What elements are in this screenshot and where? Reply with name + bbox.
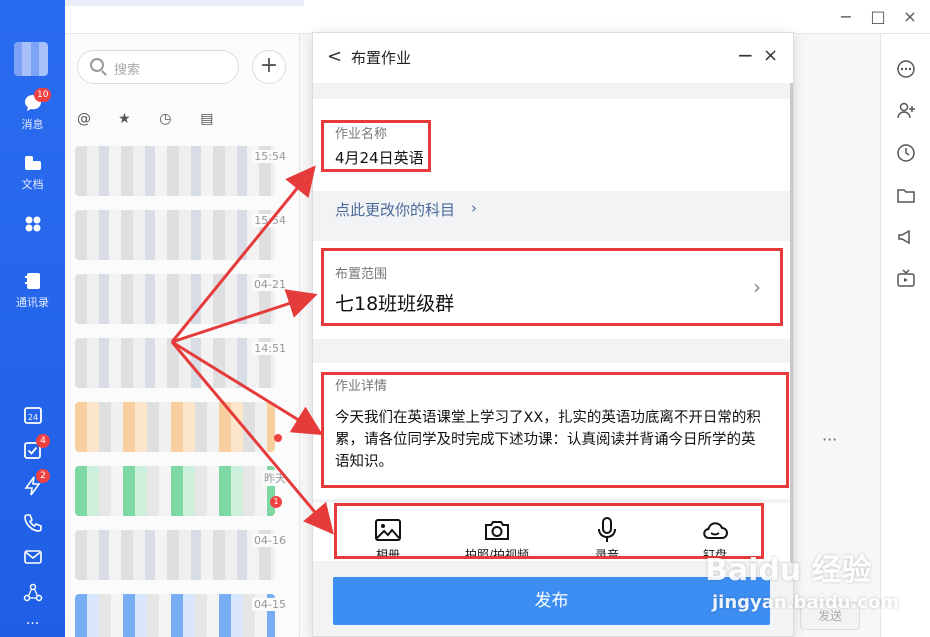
conversation-list-panel: 搜索 + @ ★ ◷ ▤ 15:54 15:54 04-21 14:51 昨天 … <box>65 34 300 637</box>
dialog-title: 布置作业 <box>351 49 412 67</box>
conversation-time: 15:54 <box>252 214 288 227</box>
search-placeholder: 搜索 <box>114 63 141 78</box>
recent-filter-icon[interactable]: ◷ <box>159 111 195 127</box>
window-minimize-button[interactable]: − <box>836 8 856 26</box>
list-item[interactable]: 15:54 <box>65 138 300 202</box>
rail-item-calendar[interactable]: 24 <box>0 404 65 426</box>
history-icon[interactable] <box>895 142 917 164</box>
list-item[interactable]: 04-15 <box>65 586 300 637</box>
blurred-conversation-preview <box>75 210 275 260</box>
conversation-time: 04-15 <box>252 598 288 611</box>
user-avatar[interactable] <box>14 42 48 76</box>
blurred-conversation-preview <box>75 594 275 637</box>
baidu-watermark-logo: Baidu 经验 <box>705 553 872 588</box>
files-icon[interactable] <box>895 184 917 206</box>
rail-item-docs[interactable]: 文档 <box>0 152 65 192</box>
dialog-scrollbar[interactable] <box>790 83 793 563</box>
blurred-conversation-preview <box>75 530 275 580</box>
dialog-close-button[interactable]: × <box>763 45 778 66</box>
apps-icon <box>22 213 44 235</box>
search-input[interactable]: 搜索 <box>77 50 239 84</box>
rail-item-phone[interactable] <box>0 512 65 534</box>
rail-item-mail[interactable] <box>0 546 65 568</box>
dialog-header: < 布置作业 − × <box>313 33 793 83</box>
unread-dot <box>274 434 282 442</box>
more-options-icon[interactable] <box>895 58 917 80</box>
conversation-filters: @ ★ ◷ ▤ <box>77 108 236 128</box>
phone-icon <box>22 512 44 534</box>
star-filter-icon[interactable]: ★ <box>118 111 154 127</box>
blurred-conversation-preview <box>75 146 275 196</box>
list-item[interactable]: 14:51 <box>65 330 300 394</box>
rail-item-contacts[interactable]: 通讯录 <box>0 270 65 310</box>
search-icon <box>90 58 104 72</box>
rail-item-apps[interactable] <box>0 213 65 235</box>
window-maximize-button[interactable]: □ <box>868 8 888 26</box>
create-button[interactable]: + <box>252 50 286 84</box>
todo-badge: 4 <box>36 434 50 448</box>
contacts-icon <box>22 270 44 292</box>
conversation-time: 04-21 <box>252 278 288 291</box>
rail-item-ding[interactable]: 2 <box>0 469 65 497</box>
blurred-conversation-preview <box>75 274 275 324</box>
mail-icon <box>22 546 44 568</box>
rail-item-label: 消息 <box>21 118 44 131</box>
calendar-day: 24 <box>27 413 37 422</box>
rail-more-icon[interactable]: ··· <box>0 616 65 632</box>
folder-icon <box>22 152 44 174</box>
add-member-icon[interactable] <box>895 100 917 122</box>
blurred-conversation-preview <box>75 338 275 388</box>
rail-item-share[interactable] <box>0 582 65 604</box>
window-tab-strip <box>64 0 304 6</box>
conversation-time: 昨天 <box>262 470 288 486</box>
rail-item-todo[interactable]: 4 <box>0 434 65 462</box>
left-nav-rail: 消息 10 文档 通讯录 24 4 2 ··· <box>0 0 65 637</box>
dialog-minimize-button[interactable]: − <box>737 43 754 67</box>
window-titlebar: − □ × <box>0 0 930 34</box>
rail-item-label: 通讯录 <box>16 296 49 309</box>
list-item[interactable]: 04-21 <box>65 266 300 330</box>
annotation-box-scope <box>321 248 783 326</box>
annotation-box-attachments <box>334 503 764 559</box>
rail-item-messages[interactable]: 消息 10 <box>0 88 65 132</box>
announcement-icon[interactable] <box>895 226 917 248</box>
ding-badge: 2 <box>36 469 50 483</box>
conversation-time: 04-16 <box>252 534 288 547</box>
mention-filter-icon[interactable]: @ <box>77 111 113 127</box>
conversation-time: 15:54 <box>252 150 288 163</box>
unread-count-badge: 1 <box>270 496 282 508</box>
back-icon[interactable]: < <box>327 46 342 67</box>
unread-badge: 10 <box>34 88 52 102</box>
list-item[interactable] <box>65 394 300 458</box>
more-icon[interactable]: ··· <box>822 430 837 449</box>
chevron-right-icon: › <box>471 199 477 217</box>
list-item[interactable]: 昨天 1 <box>65 458 300 522</box>
change-subject-text: 点此更改你的科目 <box>335 201 456 219</box>
window-close-button[interactable]: × <box>900 8 920 26</box>
conversation-time: 14:51 <box>252 342 288 355</box>
blurred-conversation-preview <box>75 466 275 516</box>
annotation-box-details <box>321 372 789 488</box>
live-tv-icon[interactable] <box>895 268 917 290</box>
calendar-icon: 24 <box>22 404 44 426</box>
archive-filter-icon[interactable]: ▤ <box>200 111 236 127</box>
blurred-conversation-preview <box>75 402 275 452</box>
share-icon <box>22 582 44 604</box>
baidu-watermark-url: jingyan.baidu.com <box>712 592 900 613</box>
list-item[interactable]: 15:54 <box>65 202 300 266</box>
right-toolbar <box>880 34 930 637</box>
list-item[interactable]: 04-16 <box>65 522 300 586</box>
rail-item-label: 文档 <box>21 178 44 191</box>
annotation-box-name <box>321 120 431 172</box>
